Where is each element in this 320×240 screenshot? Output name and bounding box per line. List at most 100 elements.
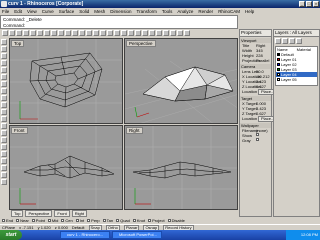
prop-value[interactable]: Parallel xyxy=(256,58,269,63)
move-icon[interactable] xyxy=(1,165,7,171)
trim-icon[interactable] xyxy=(1,151,7,157)
ellipse-icon[interactable] xyxy=(1,88,7,94)
osnap-perp[interactable]: Perp xyxy=(87,218,100,223)
osnap-int[interactable]: Int xyxy=(75,218,84,223)
menu-transform[interactable]: Transform xyxy=(137,9,157,14)
viewport-perspective-label[interactable]: Perspective xyxy=(126,40,156,47)
zoom-window-icon[interactable] xyxy=(86,30,92,36)
menu-mesh[interactable]: Mesh xyxy=(94,9,105,14)
undo-view-icon[interactable] xyxy=(107,30,113,36)
osnap-mid[interactable]: Mid xyxy=(47,218,58,223)
menu-surface[interactable]: Surface xyxy=(59,9,75,14)
zoom-selected-icon[interactable] xyxy=(100,30,106,36)
layer-row[interactable]: Layer 05 xyxy=(276,77,317,82)
osnap-tan[interactable]: Tan xyxy=(102,218,113,223)
osnap-disable-checkbox[interactable] xyxy=(167,219,171,222)
layer-color-swatch[interactable] xyxy=(277,53,280,56)
surface-icon[interactable] xyxy=(1,116,7,122)
menu-solid[interactable]: Solid xyxy=(79,9,89,14)
menu-analyze[interactable]: Analyze xyxy=(177,9,193,14)
tab-right[interactable]: Right xyxy=(71,210,88,217)
open-icon[interactable] xyxy=(9,30,15,36)
options-icon[interactable] xyxy=(177,30,183,36)
save-icon[interactable] xyxy=(16,30,22,36)
osnap-cen[interactable]: Cen xyxy=(61,218,73,223)
light-icon[interactable] xyxy=(170,30,176,36)
analyze-icon[interactable] xyxy=(1,179,7,185)
taskbar-rhino[interactable]: curv 1 - Rhinocero... xyxy=(60,231,110,239)
close-button[interactable]: × xyxy=(313,1,319,7)
menu-render[interactable]: Render xyxy=(198,9,213,14)
dimension-icon[interactable] xyxy=(1,172,7,178)
osnap-disable[interactable]: Disable xyxy=(167,218,185,223)
taskbar-powerpoint[interactable]: Microsoft PowerPoi... xyxy=(112,231,162,239)
properties-icon[interactable] xyxy=(142,30,148,36)
osnap-knot-checkbox[interactable] xyxy=(132,219,136,222)
four-viewports-icon[interactable] xyxy=(114,30,120,36)
osnap-perp-checkbox[interactable] xyxy=(87,219,91,222)
command-prompt[interactable]: Command: xyxy=(3,23,25,28)
zoom-icon[interactable] xyxy=(79,30,85,36)
menu-file[interactable]: File xyxy=(2,9,9,14)
command-area[interactable]: Command: _Delete Command: xyxy=(0,15,238,29)
box-icon[interactable] xyxy=(1,123,7,129)
viewport-perspective[interactable]: Perspective xyxy=(124,38,238,124)
new-icon[interactable] xyxy=(2,30,8,36)
viewport-top-label[interactable]: Top xyxy=(11,40,25,47)
shade-icon[interactable] xyxy=(156,30,162,36)
layer-color-swatch[interactable] xyxy=(277,63,280,66)
render-icon[interactable] xyxy=(163,30,169,36)
osnap-int-checkbox[interactable] xyxy=(75,219,79,222)
undo-icon[interactable] xyxy=(51,30,57,36)
start-button[interactable]: start xyxy=(0,230,22,240)
minimize-button[interactable]: _ xyxy=(299,1,305,7)
select-icon[interactable] xyxy=(128,30,134,36)
text-icon[interactable] xyxy=(1,109,7,115)
sphere-icon[interactable] xyxy=(1,130,7,136)
osnap-knot[interactable]: Knot xyxy=(132,218,145,223)
layer-icon[interactable] xyxy=(135,30,141,36)
tab-front[interactable]: Front xyxy=(54,210,70,217)
curve-icon[interactable] xyxy=(1,67,7,73)
osnap-tan-checkbox[interactable] xyxy=(102,219,106,222)
move-layer-down-icon[interactable] xyxy=(296,38,302,44)
viewport-front-label[interactable]: Front xyxy=(11,127,28,134)
cut-icon[interactable] xyxy=(30,30,36,36)
line-icon[interactable] xyxy=(1,53,7,59)
rotate-view-icon[interactable] xyxy=(72,30,78,36)
osnap-quad[interactable]: Quad xyxy=(116,218,130,223)
layer-color-swatch[interactable] xyxy=(277,58,280,61)
menu-dimension[interactable]: Dimension xyxy=(110,9,131,14)
osnap-end-checkbox[interactable] xyxy=(2,219,5,222)
polyline-icon[interactable] xyxy=(1,60,7,66)
rectangle-icon[interactable] xyxy=(1,95,7,101)
grid-snap-icon[interactable] xyxy=(149,30,155,36)
viewport-right[interactable]: Right xyxy=(124,125,238,210)
fillet-icon[interactable] xyxy=(1,144,7,150)
layer-color-swatch[interactable] xyxy=(277,68,280,71)
new-layer-icon[interactable] xyxy=(275,38,281,44)
print-icon[interactable] xyxy=(23,30,29,36)
menu-rhinocam[interactable]: RhinoCAM xyxy=(218,9,240,14)
menu-edit[interactable]: Edit xyxy=(14,9,22,14)
show-checkbox[interactable] xyxy=(256,133,259,136)
join-icon[interactable] xyxy=(1,158,7,164)
polygon-icon[interactable] xyxy=(1,102,7,108)
mesh-icon[interactable] xyxy=(1,137,7,143)
gray-checkbox[interactable] xyxy=(256,138,259,141)
copy-icon[interactable] xyxy=(37,30,43,36)
osnap-cen-checkbox[interactable] xyxy=(61,219,65,222)
osnap-project[interactable]: Project xyxy=(148,218,165,223)
paste-icon[interactable] xyxy=(44,30,50,36)
delete-layer-icon[interactable] xyxy=(282,38,288,44)
osnap-quad-checkbox[interactable] xyxy=(116,219,120,222)
arc-icon[interactable] xyxy=(1,81,7,87)
layer-name[interactable]: Layer 05 xyxy=(281,77,297,82)
layer-color-swatch[interactable] xyxy=(277,78,280,81)
tab-top[interactable]: Top xyxy=(11,210,24,217)
move-layer-up-icon[interactable] xyxy=(289,38,295,44)
osnap-near-checkbox[interactable] xyxy=(16,219,20,222)
select-arrow-icon[interactable] xyxy=(1,39,7,45)
viewport-top[interactable]: Top xyxy=(9,38,123,124)
zoom-extents-icon[interactable] xyxy=(93,30,99,36)
